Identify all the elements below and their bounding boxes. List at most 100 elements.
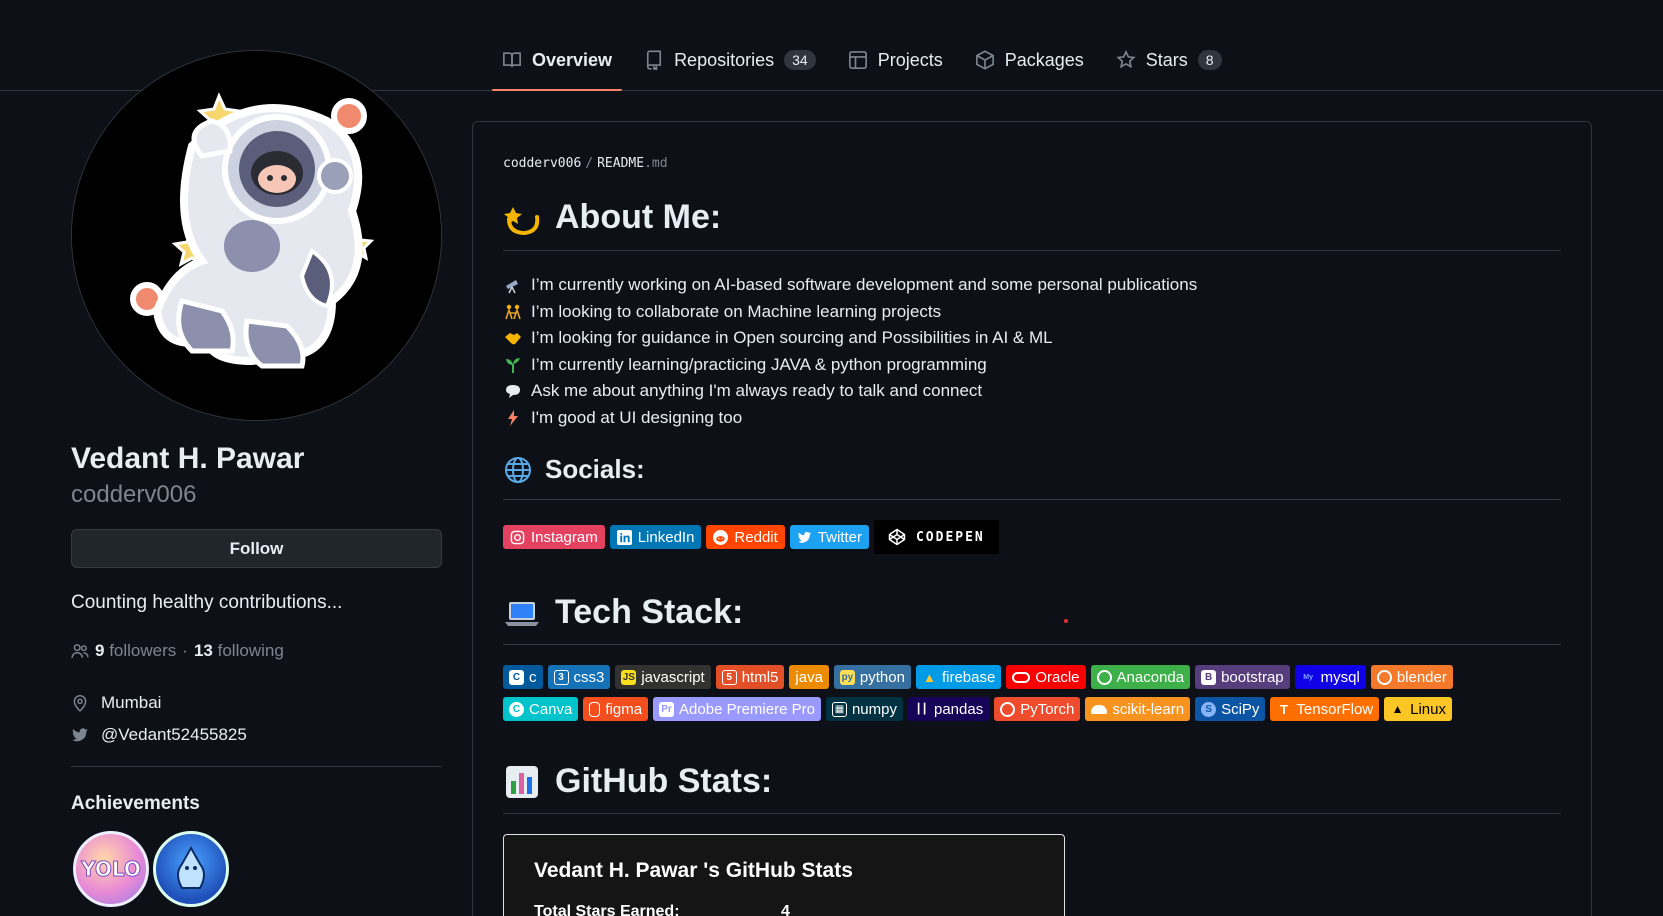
tech-label: mysql bbox=[1320, 668, 1360, 686]
reddit-badge[interactable]: Reddit bbox=[706, 525, 785, 549]
tech-badge-tensorflow[interactable]: T TensorFlow bbox=[1270, 697, 1380, 721]
tech-label: blender bbox=[1396, 668, 1447, 686]
follow-separator: · bbox=[182, 641, 188, 660]
tab-packages[interactable]: Packages bbox=[965, 40, 1094, 80]
tab-bar: Overview Repositories 34 Projects Packag… bbox=[492, 40, 1244, 91]
avatar[interactable] bbox=[71, 50, 442, 421]
twitter-handle: @Vedant52455825 bbox=[101, 725, 247, 744]
tensorflow-icon: T bbox=[1279, 701, 1288, 717]
socials-title: Socials: bbox=[545, 454, 645, 484]
figma-icon bbox=[589, 701, 601, 717]
instagram-badge[interactable]: Instagram bbox=[503, 525, 605, 549]
premiere-pro-icon: Pr bbox=[659, 701, 675, 717]
tab-overview[interactable]: Overview bbox=[492, 40, 623, 91]
linkedin-label: LinkedIn bbox=[637, 528, 695, 546]
following-link[interactable]: 13 following bbox=[194, 641, 284, 661]
stats-card-title: Vedant H. Pawar 's GitHub Stats bbox=[534, 859, 853, 882]
tech-badge-pytorch[interactable]: PyTorch bbox=[994, 697, 1081, 721]
follow-button[interactable]: Follow bbox=[71, 529, 442, 568]
about-title: About Me: bbox=[555, 198, 722, 236]
about-item: I’m currently learning/practicing JAVA &… bbox=[503, 352, 1197, 379]
oracle-icon bbox=[1012, 671, 1031, 683]
instagram-icon bbox=[510, 530, 525, 544]
achievements-title: Achievements bbox=[71, 793, 200, 814]
tab-repositories[interactable]: Repositories 34 bbox=[634, 40, 826, 80]
tech-label: java bbox=[795, 668, 823, 686]
stats-stars-value: 4 bbox=[781, 903, 790, 916]
about-item-text: I’m looking for guidance in Open sourcin… bbox=[531, 328, 1053, 348]
tech-badge-firebase[interactable]: ▲ firebase bbox=[915, 665, 1002, 689]
python-icon: py bbox=[839, 669, 855, 685]
social-badges: Instagram LinkedIn Reddit Twitter CODEPE… bbox=[503, 520, 999, 554]
tech-label: html5 bbox=[741, 668, 779, 686]
lightning-icon bbox=[503, 408, 523, 428]
seedling-icon bbox=[503, 355, 523, 375]
crumb-user-link[interactable]: codderv006 bbox=[503, 156, 581, 171]
tech-badge-canva[interactable]: C Canva bbox=[503, 697, 579, 721]
following-label: following bbox=[217, 641, 284, 660]
stats-title: GitHub Stats: bbox=[555, 762, 773, 800]
people-holding-hands-icon bbox=[503, 302, 523, 322]
tech-badge-linux[interactable]: ▲ Linux bbox=[1384, 697, 1452, 721]
about-item: Ask me about anything I'm always ready t… bbox=[503, 378, 1197, 405]
readme-breadcrumb: codderv006 /README.md bbox=[503, 156, 668, 171]
tech-badge-figma[interactable]: figma bbox=[583, 697, 649, 721]
twitter-row[interactable]: @Vedant52455825 bbox=[71, 725, 247, 745]
tech-badge-scipy[interactable]: S SciPy bbox=[1195, 697, 1266, 721]
tab-projects[interactable]: Projects bbox=[838, 40, 953, 80]
tech-badge-oracle[interactable]: Oracle bbox=[1006, 665, 1086, 689]
tech-badge-python[interactable]: py python bbox=[833, 665, 911, 689]
twitter-icon bbox=[797, 531, 811, 543]
handshake-icon bbox=[503, 328, 523, 348]
achievement-yolo-badge[interactable]: YOLO bbox=[73, 831, 149, 907]
tab-stars[interactable]: Stars 8 bbox=[1106, 40, 1232, 80]
tech-badge-c[interactable]: Cc bbox=[503, 665, 543, 689]
tech-badge-numpy[interactable]: ▦ numpy bbox=[825, 697, 903, 721]
linkedin-badge[interactable]: LinkedIn bbox=[609, 525, 702, 549]
tech-badge-scikit[interactable]: scikit-learn bbox=[1085, 697, 1191, 721]
globe-icon bbox=[503, 455, 533, 485]
tech-badge-css3[interactable]: 3 css3 bbox=[547, 665, 611, 689]
tech-label: javascript bbox=[641, 668, 705, 686]
tab-projects-label: Projects bbox=[877, 49, 943, 70]
tech-label: c bbox=[529, 668, 537, 686]
followers-link[interactable]: 9 followers bbox=[95, 641, 176, 661]
dizzy-icon bbox=[503, 199, 541, 237]
about-item-text: I’m currently learning/practicing JAVA &… bbox=[531, 354, 987, 374]
tech-badge-premiere[interactable]: Pr Adobe Premiere Pro bbox=[653, 697, 821, 721]
tech-badge-pandas[interactable]: ┃┃ pandas bbox=[907, 697, 990, 721]
location-pin-icon bbox=[73, 695, 87, 712]
following-count: 13 bbox=[193, 641, 213, 660]
tech-badge-javascript[interactable]: JS javascript bbox=[615, 665, 711, 689]
linux-tux-icon: ▲ bbox=[1391, 702, 1404, 716]
tech-badge-bootstrap[interactable]: Bbootstrap bbox=[1195, 665, 1290, 689]
about-item-text: I’m currently working on AI-based softwa… bbox=[531, 275, 1198, 295]
tech-badge-anaconda[interactable]: Anaconda bbox=[1090, 665, 1191, 689]
codepen-badge[interactable]: CODEPEN bbox=[873, 520, 999, 554]
tech-label: Canva bbox=[529, 700, 573, 718]
codepen-label: CODEPEN bbox=[915, 529, 985, 545]
linkedin-icon bbox=[616, 529, 632, 545]
stats-rule bbox=[503, 813, 1561, 814]
followers-count: 9 bbox=[95, 641, 105, 660]
tech-title: Tech Stack: bbox=[555, 593, 744, 631]
html5-icon: 5 bbox=[721, 669, 737, 685]
followers-label: followers bbox=[109, 641, 177, 660]
about-item-text: I'm good at UI designing too bbox=[531, 407, 743, 427]
instagram-label: Instagram bbox=[531, 528, 598, 546]
tech-badge-html5[interactable]: 5 html5 bbox=[715, 665, 785, 689]
achievement-pull-shark-badge[interactable] bbox=[153, 831, 229, 907]
twitter-badge[interactable]: Twitter bbox=[789, 525, 869, 549]
speech-bubble-icon bbox=[503, 381, 523, 401]
tech-badge-java[interactable]: java bbox=[789, 665, 829, 689]
package-icon bbox=[975, 50, 994, 70]
tech-badge-mysql[interactable]: My mysql bbox=[1294, 665, 1366, 689]
tech-badge-blender[interactable]: blender bbox=[1370, 665, 1453, 689]
socials-heading: Socials: bbox=[503, 454, 645, 485]
pandas-icon: ┃┃ bbox=[915, 703, 928, 715]
people-icon bbox=[71, 644, 89, 658]
about-item-text: Ask me about anything I'm always ready t… bbox=[531, 381, 983, 401]
tech-label: Anaconda bbox=[1116, 668, 1185, 686]
tech-label: scikit-learn bbox=[1112, 700, 1185, 718]
tech-label: TensorFlow bbox=[1296, 700, 1374, 718]
